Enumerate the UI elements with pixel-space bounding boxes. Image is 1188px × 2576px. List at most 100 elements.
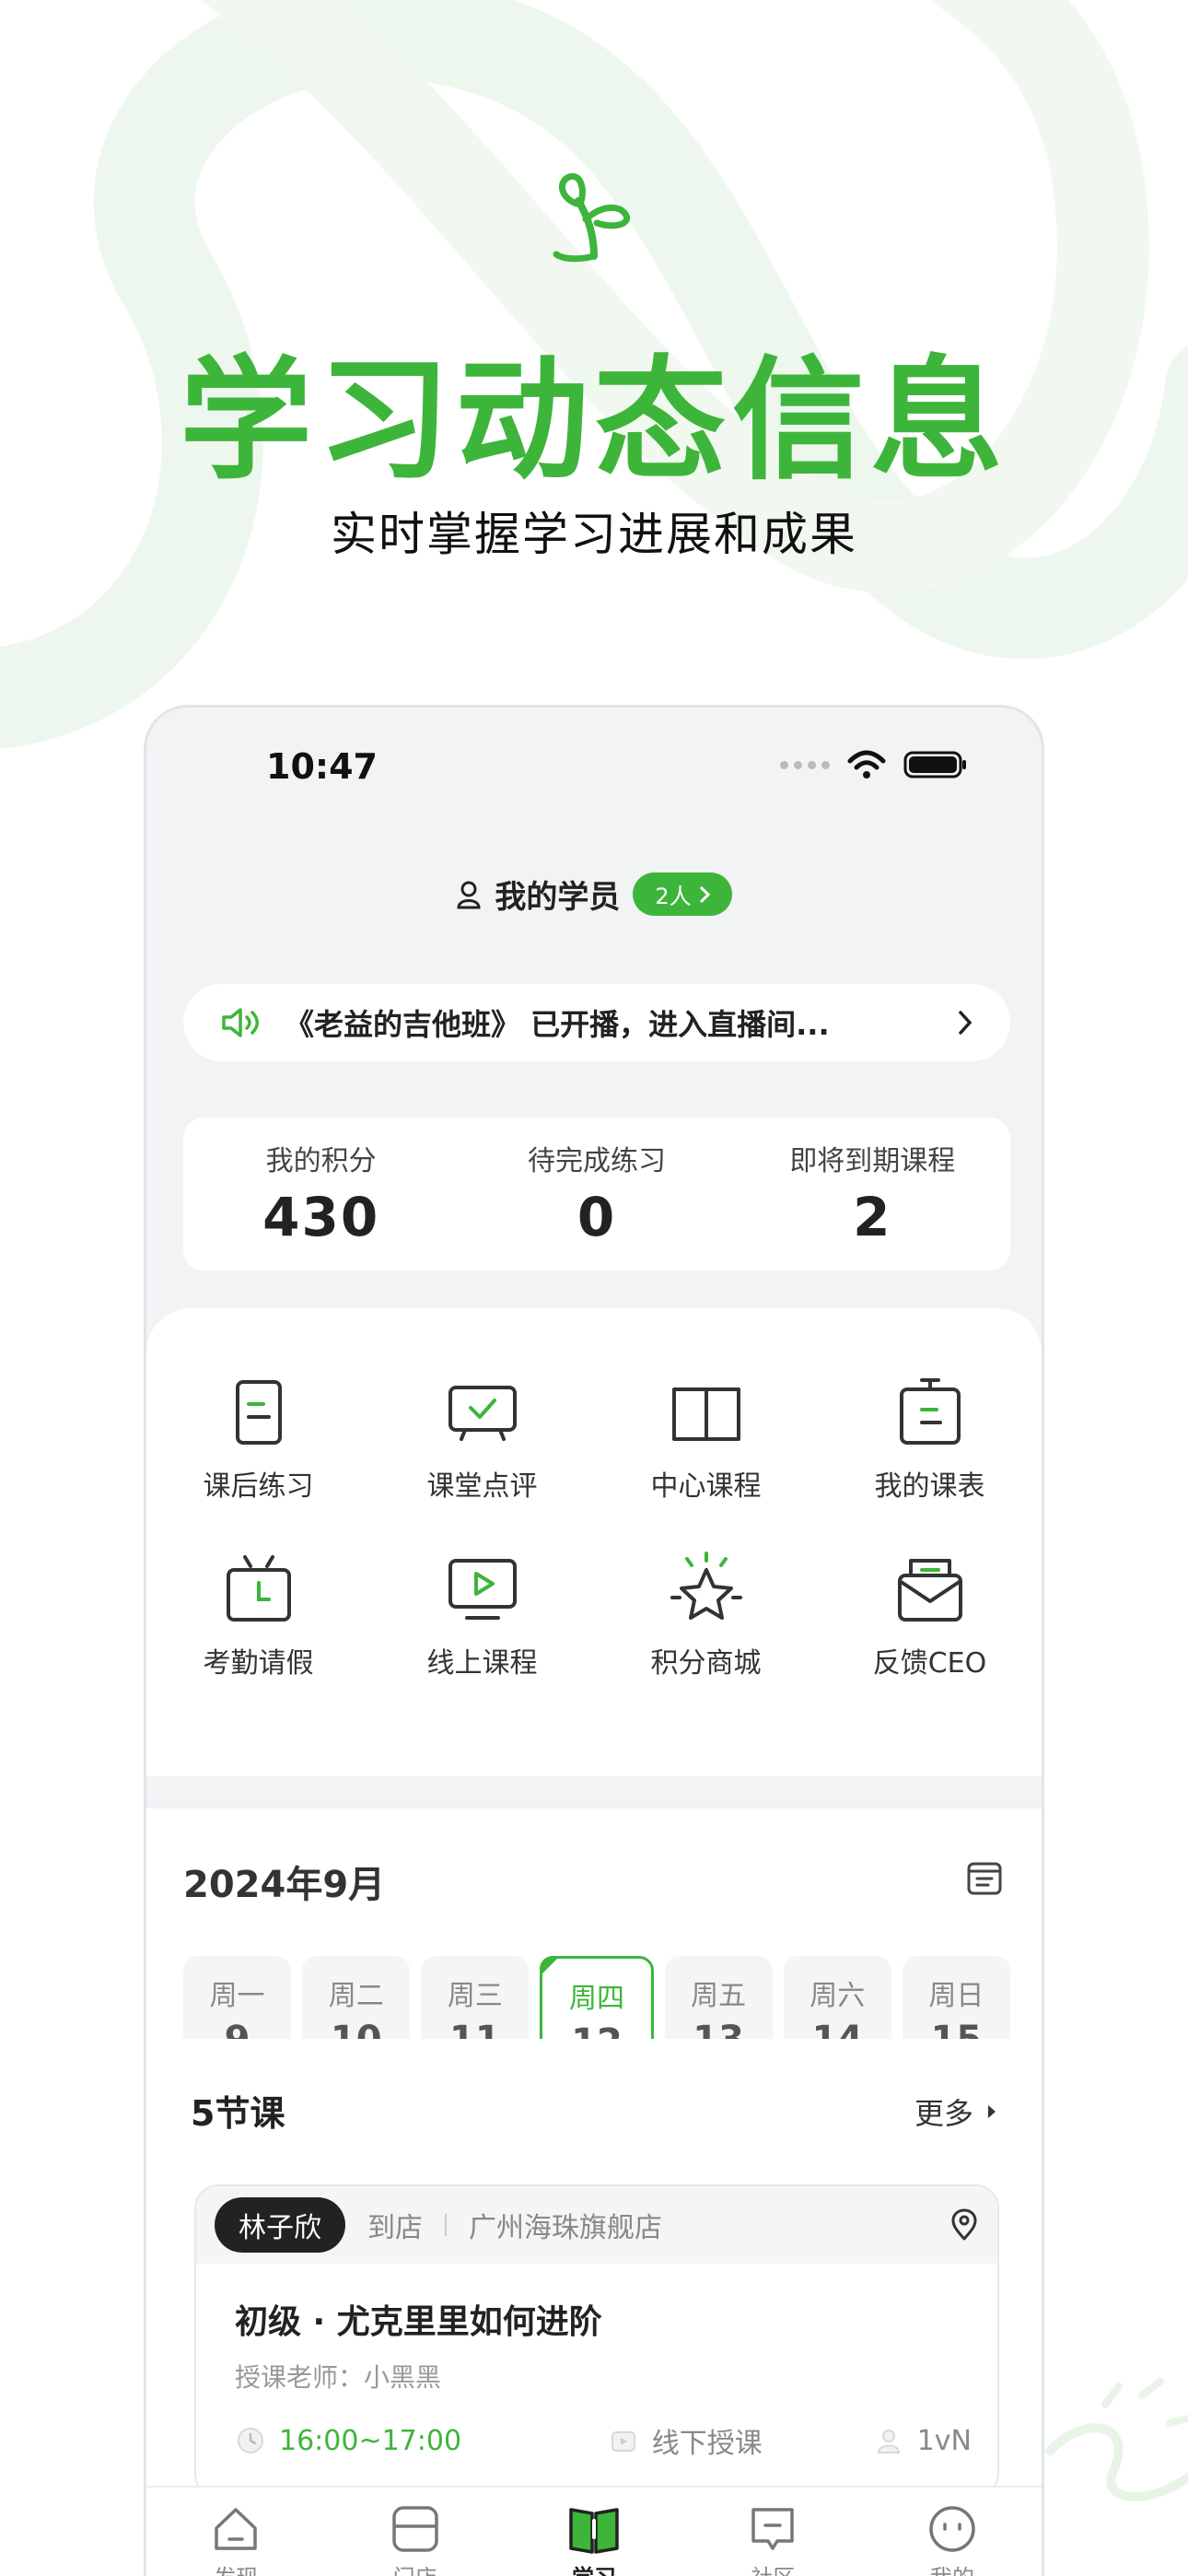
feature-homework[interactable]: 课后练习 [146, 1373, 370, 1504]
battery-icon [903, 751, 966, 779]
day-name: 周四 [568, 1983, 624, 2015]
attendance-icon [226, 1555, 291, 1622]
tab-community[interactable]: 社区 [683, 2488, 862, 2576]
lesson-card[interactable]: 林子欣 到店 广州海珠旗舰店 初级 · 尤克里里如何进阶 授课老师：小黑黑 16… [194, 2184, 999, 2498]
day-number: 9 [183, 2019, 291, 2039]
calendar-icon[interactable] [964, 1858, 1005, 1899]
tab-store[interactable]: 门店 [325, 2488, 504, 2576]
day-name: 周三 [447, 1980, 503, 2012]
day-sun[interactable]: 周日 15 [902, 1956, 1010, 2039]
student-name-chip: 林子欣 [215, 2197, 345, 2253]
day-number: 11 [421, 2019, 529, 2039]
feature-feedback-ceo[interactable]: 反馈CEO [818, 1550, 1042, 1680]
hero-title: 学习动态信息 [179, 343, 1008, 498]
stat-pending-practice[interactable]: 待完成练习 0 [459, 1118, 734, 1270]
day-tue[interactable]: 周二 10 [302, 1956, 411, 2039]
feature-center-courses[interactable]: 中心课程 [594, 1373, 818, 1504]
signal-icon [780, 760, 830, 769]
day-thu-selected[interactable]: 周四 12 [540, 1956, 654, 2039]
day-name: 周二 [328, 1980, 384, 2012]
feature-label: 课后练习 [203, 1470, 314, 1503]
lesson-class-size-text: 1vN [916, 2424, 972, 2457]
speaker-icon [222, 1008, 259, 1037]
day-wed[interactable]: 周三 11 [421, 1956, 530, 2039]
study-icon [569, 2508, 619, 2554]
tab-label: 社区 [683, 2559, 862, 2576]
chevron-right-icon [959, 1011, 973, 1035]
feature-label: 反馈CEO [872, 1647, 987, 1680]
review-icon [448, 1386, 517, 1441]
feature-grid-card: 课后练习 课堂点评 中心课程 我的课表 考勤请假 线上课程 积分商城 反馈CEO [146, 1308, 1042, 1776]
feature-points-mall[interactable]: 积分商城 [594, 1550, 818, 1680]
day-number: 12 [542, 2021, 650, 2039]
status-bar: 10:47 [146, 708, 1042, 818]
community-icon [751, 2508, 795, 2550]
hero-subtitle: 实时掌握学习进展和成果 [331, 508, 857, 561]
hero-section: 学习动态信息 实时掌握学习进展和成果 [0, 0, 1188, 645]
more-link[interactable]: 更多 [914, 2090, 997, 2133]
lesson-time: 16:00~17:00 [235, 2425, 461, 2457]
day-mon[interactable]: 周一 9 [183, 1956, 292, 2039]
timetable-icon [899, 1378, 961, 1445]
more-label: 更多 [914, 2096, 973, 2131]
tab-label: 门店 [325, 2559, 504, 2576]
lessons-count-title: 5节课 [191, 2093, 285, 2134]
feature-attendance-leave[interactable]: 考勤请假 [146, 1550, 370, 1680]
divider [445, 2214, 447, 2236]
homework-icon [235, 1380, 282, 1445]
tab-study[interactable]: 学习 [505, 2488, 683, 2576]
feature-label: 线上课程 [426, 1647, 538, 1680]
bottom-tab-bar: 发现 门店 学习 社区 [146, 2486, 1042, 2576]
live-notice-banner[interactable]: 《老益的吉他班》 已开播，进入直播间... [183, 984, 1010, 1061]
day-number: 15 [903, 2019, 1010, 2039]
day-number: 10 [302, 2019, 410, 2039]
stat-label: 我的积分 [265, 1145, 377, 1177]
lesson-teacher: 授课老师：小黑黑 [235, 2362, 442, 2393]
stats-panel: 我的积分 430 待完成练习 0 即将到期课程 2 [183, 1118, 1010, 1270]
stat-points[interactable]: 我的积分 430 [183, 1118, 459, 1270]
day-name: 周一 [209, 1980, 265, 2012]
day-fri[interactable]: 周五 13 [664, 1956, 773, 2039]
wifi-icon [847, 750, 886, 779]
tab-label: 学习 [505, 2559, 683, 2576]
feature-class-review[interactable]: 课堂点评 [370, 1373, 594, 1504]
lesson-time-text: 16:00~17:00 [279, 2424, 462, 2457]
feature-label: 课堂点评 [426, 1470, 538, 1503]
classroom-icon [611, 2431, 635, 2452]
week-strip: 周一 9 周二 10 周三 11 周四 12 周五 13 周六 14 [183, 1956, 1010, 2039]
chevron-right-icon [699, 885, 710, 903]
notice-text: 《老益的吉他班》 已开播，进入直播间... [285, 1007, 830, 1042]
lesson-card-header: 林子欣 到店 广州海珠旗舰店 [196, 2186, 997, 2264]
tab-profile[interactable]: 我的 [863, 2488, 1042, 2576]
tab-discover[interactable]: 发现 [146, 2488, 325, 2576]
phone-frame: 10:47 我的学员 2人 《老益的吉他班》 已开播，进入直播间... 我的积分… [144, 705, 1044, 2576]
stat-value: 2 [853, 1186, 892, 1248]
status-icons [780, 750, 968, 779]
day-number: 13 [665, 2019, 773, 2039]
feature-online-courses[interactable]: 线上课程 [370, 1550, 594, 1680]
feature-my-timetable[interactable]: 我的课表 [818, 1373, 1042, 1504]
stat-value: 0 [577, 1186, 617, 1248]
day-number: 14 [784, 2019, 891, 2039]
feature-label: 积分商城 [650, 1647, 762, 1680]
my-students-selector[interactable]: 我的学员 2人 [146, 872, 1042, 917]
tab-label: 发现 [146, 2559, 325, 2576]
lesson-store: 广州海珠旗舰店 [469, 2212, 662, 2244]
my-students-label: 我的学员 [495, 879, 621, 916]
schedule-section: 2024年9月 周一 9 周二 10 周三 11 周四 12 [146, 1809, 1042, 2576]
store-icon [391, 2506, 438, 2552]
day-name: 周日 [928, 1980, 984, 2012]
feature-label: 考勤请假 [203, 1647, 314, 1680]
points-mall-icon [670, 1551, 742, 1620]
lesson-meta-row: 16:00~17:00 线下授课 1vN [235, 2420, 972, 2461]
student-count: 2人 [655, 884, 692, 909]
clock-icon [238, 2428, 263, 2453]
day-sat[interactable]: 周六 14 [783, 1956, 891, 2039]
user-icon [457, 881, 481, 908]
student-count-badge[interactable]: 2人 [633, 872, 732, 916]
month-title: 2024年9月 [183, 1864, 386, 1906]
sprout-logo-icon [553, 172, 630, 263]
day-name: 周五 [691, 1980, 747, 2012]
location-pin-icon[interactable] [949, 2208, 979, 2242]
stat-expiring-courses[interactable]: 即将到期课程 2 [735, 1118, 1010, 1270]
